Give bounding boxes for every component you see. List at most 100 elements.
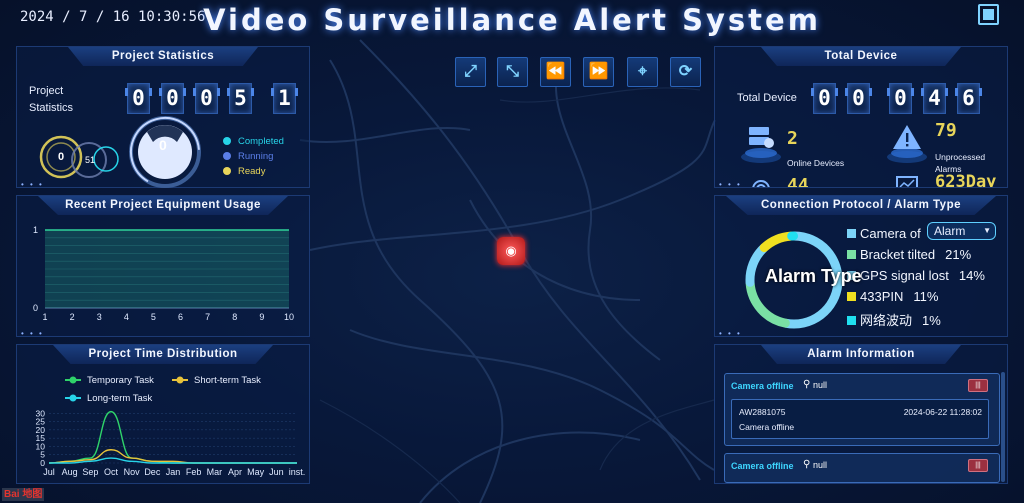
x-tick-label: Aug	[62, 467, 78, 477]
ring-value-total: 51	[85, 155, 96, 165]
map-pin-button[interactable]: ⌖	[627, 57, 658, 87]
expand-icon: ⤢	[464, 63, 477, 80]
refresh-button[interactable]: ⟳	[670, 57, 701, 87]
alarm-card[interactable]: Camera offline ⚲ null |||	[724, 453, 1000, 483]
legend-dot-icon	[176, 376, 184, 384]
legend-percent: 21%	[945, 247, 972, 262]
x-tick-label: inst.	[289, 467, 306, 477]
alarm-type-select[interactable]: Alarm ▼	[927, 222, 996, 240]
legend-item[interactable]: Short-term Task	[172, 375, 261, 386]
legend-label: Temporary Task	[87, 375, 154, 386]
x-tick-label: Nov	[124, 467, 141, 477]
pie-slice[interactable]	[745, 278, 790, 328]
online-devices-label: Online Devices	[787, 158, 845, 168]
alarm-card-body: AW2881075 2024-06-22 11:28:02 Camera off…	[731, 399, 989, 439]
legend-label: 网络波动	[860, 313, 913, 328]
equipment-usage-panel: Recent Project Equipment Usage 011234567…	[16, 195, 310, 338]
fast-forward-icon: ⏩	[588, 63, 609, 80]
alarm-card-menu-button[interactable]: |||	[968, 459, 988, 472]
legend-label: 433PIN	[860, 289, 904, 304]
x-tick-label: Oct	[104, 467, 119, 477]
location-pin-icon: ⚲	[803, 459, 811, 470]
dashboard: 2024 / 7 / 16 10:30:56 Video Surveillanc…	[0, 0, 1024, 503]
legend-label: Ready	[238, 166, 266, 177]
x-tick-label: Jul	[43, 467, 55, 477]
panel-dots: • • •	[21, 180, 44, 189]
panel-dots: • • •	[21, 329, 44, 338]
warning-icon	[887, 125, 927, 163]
legend-swatch-icon	[847, 229, 856, 238]
panel-title: Total Device	[824, 50, 898, 62]
legend-dot-icon	[69, 376, 77, 384]
legend-label: Camera of	[860, 226, 921, 241]
legend-item[interactable]: Camera of	[847, 226, 931, 241]
legend-item[interactable]: Ready	[223, 166, 265, 177]
online-devices-value: 2	[787, 128, 798, 149]
alarm-card[interactable]: Camera offline ⚲ null ||| AW2881075 2024…	[724, 373, 1000, 446]
fullscreen-button[interactable]	[978, 4, 999, 25]
y-tick-label: 30	[36, 408, 46, 418]
alarm-card-type: Camera offline	[731, 461, 794, 471]
panel-title: Connection Protocol / Alarm Type	[760, 199, 962, 211]
device-digit: 0	[845, 83, 872, 114]
expand-button[interactable]: ⤢	[455, 57, 486, 87]
x-tick-label: Jun	[269, 467, 284, 477]
baidu-map-logo[interactable]: Bai 地图	[2, 488, 45, 501]
x-tick-label: Apr	[228, 467, 242, 477]
pie-slice[interactable]	[745, 243, 769, 287]
x-tick-label: 10	[284, 312, 294, 322]
scrollbar[interactable]	[1001, 372, 1005, 482]
top-bar: 2024 / 7 / 16 10:30:56 Video Surveillanc…	[0, 0, 1024, 40]
legend-label: Long-term Task	[87, 393, 153, 404]
total-device-panel: Total Device Total Device 0 0 0 4 6 2 On…	[714, 46, 1008, 188]
signal-icon	[752, 180, 770, 187]
chevron-down-icon: ▼	[983, 226, 991, 235]
legend-swatch-icon	[847, 292, 856, 301]
x-tick-label: 2	[70, 312, 75, 322]
panel-title: Project Statistics	[111, 50, 215, 62]
legend-dot-icon	[223, 152, 231, 160]
project-statistics-label: Project Statistics	[29, 85, 74, 114]
legend-item[interactable]: GPS signal lost 14%	[847, 268, 985, 283]
project-digit: 1	[271, 83, 298, 114]
device-digit: 6	[955, 83, 982, 114]
legend-item[interactable]: Bracket tilted 21%	[847, 247, 971, 262]
status-rings-chart	[39, 135, 119, 179]
legend-percent: 14%	[958, 268, 985, 283]
x-tick-label: May	[247, 467, 265, 477]
fast-forward-button[interactable]: ⏩	[583, 57, 614, 87]
legend-percent: 1%	[922, 313, 941, 328]
rewind-button[interactable]: ⏪	[540, 57, 571, 87]
pie-slice[interactable]	[759, 231, 796, 253]
series-line	[48, 410, 297, 464]
y-tick-label: 0	[33, 303, 38, 313]
x-tick-label: Sep	[82, 467, 98, 477]
gauge-value: 0	[159, 137, 167, 153]
collapse-icon: ⤡	[506, 63, 519, 80]
map-pin-icon: ⌖	[637, 63, 647, 80]
equipment-usage-chart: 011 2 3 4 5 6 7 8 9 10	[33, 225, 294, 322]
legend-swatch-icon	[847, 250, 856, 259]
legend-swatch-icon	[847, 316, 856, 325]
legend-item[interactable]: Temporary Task	[65, 375, 154, 386]
x-tick-label: Mar	[207, 467, 223, 477]
time-distribution-panel: Project Time Distribution 0 5 10 15 20 25 30 Ju…	[16, 344, 310, 484]
alarm-device-id: AW2881075	[739, 407, 786, 417]
page-title: Video Surveillance Alert System	[203, 3, 821, 37]
select-value: Alarm	[934, 224, 966, 238]
alarm-card-menu-button[interactable]: |||	[968, 379, 988, 392]
collapse-button[interactable]: ⤡	[497, 57, 528, 87]
legend-item[interactable]: Completed	[223, 136, 284, 147]
server-icon	[741, 127, 781, 163]
panel-title: Project Time Distribution	[88, 348, 238, 360]
time-distribution-chart: 051015202530Jul Aug Sep Oct Nov Dec Jan Feb Mar A…	[36, 375, 306, 477]
legend-item[interactable]: 433PIN 11%	[847, 289, 938, 304]
legend-item[interactable]: Running	[223, 151, 273, 162]
legend-item[interactable]: 网络波动 1%	[847, 310, 941, 329]
panel-title: Recent Project Equipment Usage	[65, 199, 261, 211]
project-digit: 0	[125, 83, 152, 114]
legend-dot-icon	[69, 394, 77, 402]
alarm-card-type: Camera offline	[731, 381, 794, 391]
legend-item[interactable]: Long-term Task	[65, 393, 153, 404]
camera-marker-icon[interactable]: ◉	[497, 237, 525, 265]
